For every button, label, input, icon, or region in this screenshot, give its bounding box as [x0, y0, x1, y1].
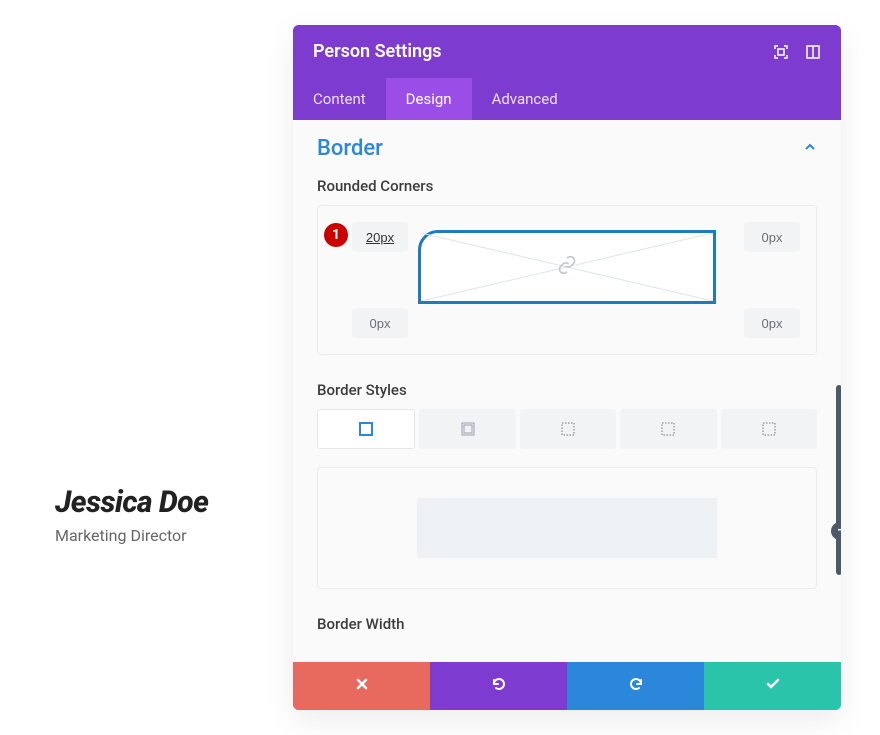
rounded-corners-control: 1: [317, 205, 817, 355]
border-width-preview: [317, 467, 817, 589]
tab-design[interactable]: Design: [386, 78, 472, 120]
save-button[interactable]: [704, 662, 841, 710]
annotation-badge: 1: [324, 223, 348, 247]
footer-actions: [293, 662, 841, 710]
undo-icon: [490, 675, 508, 698]
scrollbar[interactable]: [836, 385, 841, 575]
border-width-label: Border Width: [293, 609, 841, 643]
tabs: Content Design Advanced: [293, 78, 841, 120]
panel-title: Person Settings: [313, 41, 442, 62]
corner-bottom-right-input[interactable]: [744, 308, 800, 338]
border-style-double[interactable]: [419, 409, 515, 449]
border-style-dotted-a[interactable]: [520, 409, 616, 449]
tab-advanced[interactable]: Advanced: [472, 78, 578, 120]
corner-top-right-input[interactable]: [744, 222, 800, 252]
panel-header-icons: [773, 44, 821, 60]
scroll-handle-icon[interactable]: -: [831, 522, 841, 540]
columns-icon[interactable]: [805, 44, 821, 60]
rounded-corners-label: Rounded Corners: [293, 171, 841, 205]
corner-top-left-input[interactable]: [352, 222, 408, 252]
person-role: Marketing Director: [55, 526, 208, 545]
rounded-preview: [418, 230, 716, 304]
person-info: Jessica Doe Marketing Director: [55, 485, 208, 545]
chevron-up-icon[interactable]: [803, 140, 817, 158]
border-style-solid[interactable]: [317, 409, 415, 449]
border-styles-row: [317, 409, 817, 449]
section-title-row: Border: [293, 120, 841, 171]
cancel-button[interactable]: [293, 662, 430, 710]
border-width-inner: [417, 498, 717, 558]
border-style-dotted-b[interactable]: [620, 409, 716, 449]
tab-content[interactable]: Content: [293, 78, 386, 120]
section-title: Border: [317, 136, 383, 161]
person-name: Jessica Doe: [55, 485, 208, 520]
border-styles-label: Border Styles: [293, 375, 841, 409]
settings-panel: Person Settings Content Design Advanced …: [293, 25, 841, 710]
expand-icon[interactable]: [773, 44, 789, 60]
redo-icon: [627, 675, 645, 698]
corner-bottom-left-input[interactable]: [352, 308, 408, 338]
panel-header: Person Settings: [293, 25, 841, 78]
link-icon[interactable]: [557, 255, 577, 279]
panel-body: Border Rounded Corners 1 Border Styles: [293, 120, 841, 662]
border-style-dotted-c[interactable]: [721, 409, 817, 449]
check-icon: [764, 675, 782, 698]
redo-button[interactable]: [567, 662, 704, 710]
close-icon: [354, 676, 370, 697]
undo-button[interactable]: [430, 662, 567, 710]
